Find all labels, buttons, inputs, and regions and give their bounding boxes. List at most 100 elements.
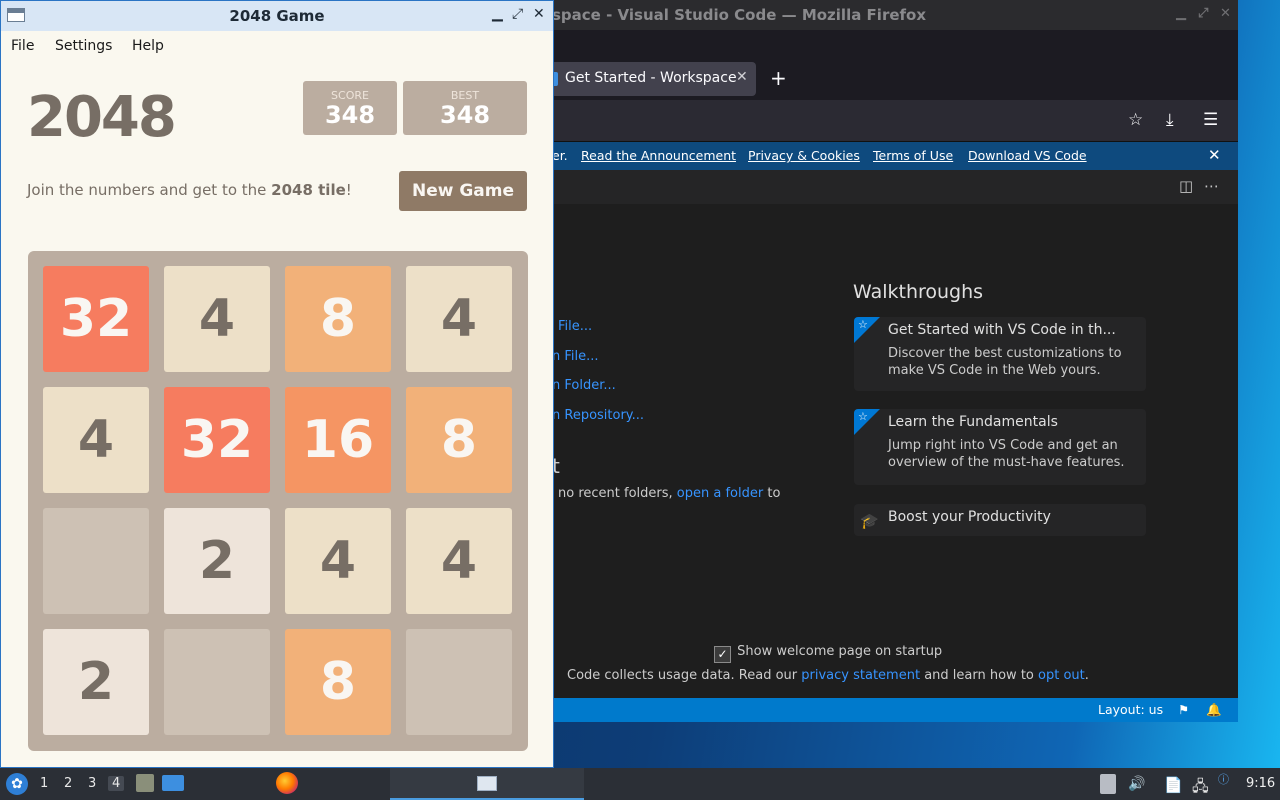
workspace-4[interactable]: 4 (108, 776, 125, 791)
new-game-button[interactable]: New Game (399, 171, 527, 211)
new-tab-button[interactable]: + (770, 66, 787, 90)
announcement-link[interactable]: Read the Announcement (581, 148, 736, 163)
tile-empty (164, 629, 270, 735)
close-icon[interactable]: ✕ (533, 6, 545, 22)
tile-empty (406, 629, 512, 735)
show-desktop-icon[interactable] (162, 775, 184, 791)
tile-2: 2 (164, 508, 270, 614)
show-welcome-checkbox[interactable]: ✓ (714, 646, 731, 663)
start-menu-icon[interactable]: ✿ (6, 773, 28, 795)
downloads-icon[interactable]: ⤓ (1166, 110, 1174, 130)
intro-text: Join the numbers and get to the (27, 181, 272, 199)
card-title: Boost your Productivity (888, 509, 1051, 525)
maximize-icon[interactable]: ⤢ (1198, 6, 1208, 21)
score-box: SCORE 348 (303, 81, 397, 135)
start-open-repository-link[interactable]: n Repository... (552, 408, 644, 423)
intro-bold-text: 2048 tile (271, 181, 346, 199)
download-vscode-link[interactable]: Download VS Code (968, 148, 1087, 163)
tab-close-icon[interactable]: ✕ (736, 69, 748, 85)
opt-out-link[interactable]: opt out (1038, 668, 1085, 683)
card-description: Jump right into VS Code and get an overv… (888, 438, 1125, 470)
editor-tab-header: ◫ ⋯ (552, 170, 1238, 204)
feedback-icon[interactable]: ⚑ (1178, 702, 1189, 717)
tab-get-started[interactable]: Get Started - Workspace ✕ (552, 62, 756, 96)
firefox-titlebar[interactable]: space - Visual Studio Code — Mozilla Fir… (552, 0, 1238, 30)
show-welcome-option: ✓ Show welcome page on startup (714, 644, 942, 663)
tile-32: 32 (164, 387, 270, 493)
workspace-1[interactable]: 1 (40, 776, 48, 791)
menu-settings[interactable]: Settings (55, 38, 112, 54)
game-titlebar[interactable]: 2048 Game ▁ ⤢ ✕ (1, 1, 553, 31)
split-editor-icon[interactable]: ◫ (1179, 177, 1193, 195)
navigation-toolbar: ☆ ⤓ ☰ (552, 100, 1238, 142)
notifications-bell-icon[interactable]: 🔔 (1206, 702, 1222, 718)
tile-16: 16 (285, 387, 391, 493)
star-icon: ☆ (858, 410, 868, 423)
notes-icon[interactable]: 📄 (1164, 776, 1183, 794)
tile-8: 8 (285, 629, 391, 735)
tile-4: 4 (406, 508, 512, 614)
walkthrough-fundamentals-card[interactable]: ☆ Learn the Fundamentals Jump right into… (854, 409, 1146, 485)
walkthroughs-heading: Walkthroughs (853, 281, 984, 303)
game-2048-window: 2048 Game ▁ ⤢ ✕ File Settings Help 2048 … (0, 0, 554, 768)
walkthrough-productivity-card[interactable]: 🎓 Boost your Productivity (854, 504, 1146, 536)
game-board[interactable]: 32 4 8 4 4 32 16 8 2 4 4 2 8 (28, 251, 528, 751)
card-description: Discover the best customizations to make… (888, 346, 1122, 378)
card-title: Learn the Fundamentals (888, 414, 1058, 430)
volume-icon[interactable]: 🔊 (1128, 776, 1145, 792)
menu-help[interactable]: Help (132, 38, 164, 54)
best-value: 348 (439, 101, 491, 129)
taskbar-item-2048-game[interactable] (390, 768, 584, 800)
tile-4: 4 (164, 266, 270, 372)
file-manager-icon[interactable] (136, 774, 154, 792)
more-actions-icon[interactable]: ⋯ (1204, 177, 1219, 195)
start-open-folder-link[interactable]: n Folder... (552, 378, 616, 393)
workspace-2[interactable]: 2 (64, 776, 72, 791)
game-logo: 2048 (27, 85, 177, 150)
intro-text-end: ! (345, 181, 352, 199)
game-window-title: 2048 Game (229, 7, 325, 25)
best-score-box: BEST 348 (403, 81, 527, 135)
firefox-launcher-icon[interactable] (276, 772, 298, 794)
tile-empty (43, 508, 149, 614)
taskbar: ✿ 1 2 3 4 🔊 📄 🖧 ⓘ 9:16 (0, 768, 1280, 800)
usage-text: Code collects usage data. Read our (567, 668, 798, 683)
usage-data-notice: Code collects usage data. Read our priva… (567, 668, 1089, 683)
menu-icon[interactable]: ☰ (1203, 110, 1218, 130)
tile-4: 4 (406, 266, 512, 372)
network-icon[interactable]: 🖧 (1192, 776, 1209, 800)
game-intro: Join the numbers and get to the 2048 til… (27, 181, 352, 199)
recent-text-before: no recent folders, (558, 486, 673, 501)
usage-text-end: . (1084, 668, 1089, 683)
firefox-window-title: space - Visual Studio Code — Mozilla Fir… (552, 6, 927, 24)
close-icon[interactable]: ✕ (1220, 6, 1231, 21)
tile-8: 8 (406, 387, 512, 493)
tab-bar: Get Started - Workspace ✕ + (552, 30, 1238, 100)
privacy-statement-link[interactable]: privacy statement (801, 668, 920, 683)
keyboard-layout-status[interactable]: Layout: us (1098, 702, 1163, 717)
walkthrough-get-started-card[interactable]: ☆ Get Started with VS Code in th... Disc… (854, 317, 1146, 391)
banner-close-icon[interactable]: ✕ (1208, 146, 1221, 164)
start-open-file-link[interactable]: n File... (552, 349, 599, 364)
terms-of-use-link[interactable]: Terms of Use (873, 148, 953, 163)
maximize-icon[interactable]: ⤢ (512, 6, 523, 22)
minimize-icon[interactable]: ▁ (492, 6, 503, 22)
usage-text-middle: and learn how to (924, 668, 1034, 683)
tile-2: 2 (43, 629, 149, 735)
privacy-cookies-link[interactable]: Privacy & Cookies (748, 148, 860, 163)
clipboard-icon[interactable] (1100, 774, 1116, 794)
recent-text: no recent folders, open a folder to (558, 486, 780, 501)
tab-label: Get Started - Workspace (565, 70, 737, 86)
tile-8: 8 (285, 266, 391, 372)
minimize-icon[interactable]: ▁ (1176, 6, 1186, 21)
workspace-3[interactable]: 3 (88, 776, 96, 791)
banner-partial-text: er. (552, 148, 568, 163)
start-new-file-link[interactable]: File... (558, 319, 592, 334)
card-title: Get Started with VS Code in th... (888, 322, 1116, 338)
announcement-banner: er. Read the Announcement Privacy & Cook… (552, 142, 1238, 170)
menu-file[interactable]: File (11, 38, 34, 54)
open-folder-link[interactable]: open a folder (677, 486, 763, 501)
clock[interactable]: 9:16 (1246, 776, 1275, 791)
bookmark-star-icon[interactable]: ☆ (1128, 110, 1143, 130)
update-notification-icon[interactable]: ⓘ (1218, 771, 1229, 787)
